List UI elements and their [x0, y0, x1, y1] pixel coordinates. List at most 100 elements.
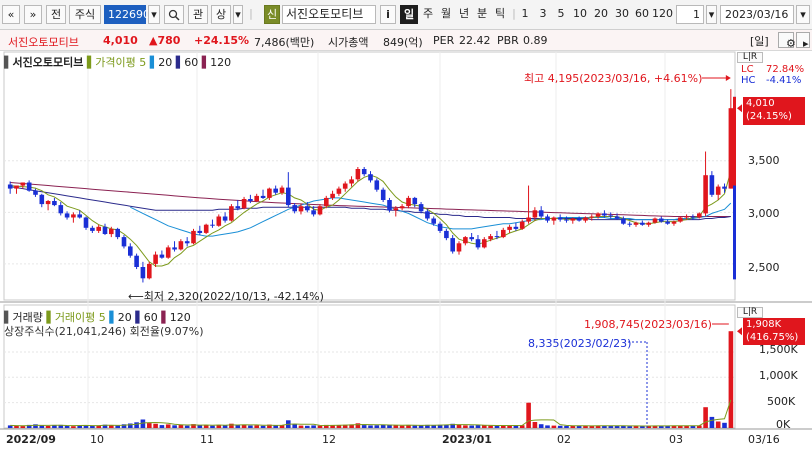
current-volume-badge: 1,908K (416.75%) [743, 318, 805, 345]
info-market-cap: 849(억) [383, 36, 423, 49]
candle-body [393, 208, 399, 211]
candle-body [77, 214, 82, 218]
candle-body [165, 247, 171, 258]
volume-tick-1000k: 1,000K [759, 369, 798, 382]
calendar-icon: ▾ [800, 8, 806, 21]
gwan-button[interactable]: 관 [188, 5, 208, 24]
candle-body [330, 193, 335, 198]
minute-30-button[interactable]: 30 [613, 5, 631, 24]
candle-body [469, 237, 474, 240]
x-label-2023-01: 2023/01 [442, 433, 492, 446]
x-label-end: 03/16 [748, 433, 780, 446]
candle-body [172, 247, 177, 250]
candle-body [697, 213, 702, 218]
volume-bar [551, 425, 557, 428]
candle-body [665, 221, 670, 224]
chevron-down-icon: ▾ [151, 8, 157, 21]
volume-lr-toggle[interactable]: L|R [737, 307, 763, 318]
count-spinner[interactable]: ▾ [706, 5, 717, 24]
price-chart-title: 서진오토모티브 [12, 56, 84, 69]
candle-body [317, 206, 323, 215]
legend-marker: ▌ [86, 56, 96, 69]
candle-body [324, 197, 329, 207]
volume-bar [317, 425, 323, 428]
candle-body [298, 206, 304, 212]
code-input[interactable]: 122690 [104, 5, 150, 24]
market-select[interactable]: 주식 [69, 5, 101, 24]
minute-10-button[interactable]: 10 [571, 5, 589, 24]
candle-body [690, 216, 696, 218]
period-minute-button[interactable]: 분 [474, 5, 490, 24]
candle-body [7, 184, 13, 189]
sang-dropdown-button[interactable]: ▾ [233, 5, 243, 24]
candle-body [216, 216, 222, 226]
x-label-12: 12 [322, 433, 336, 446]
period-indicator[interactable]: [일] [750, 33, 769, 49]
candle-body [39, 194, 45, 205]
search-button[interactable] [164, 5, 184, 24]
minute-120-button[interactable]: 120 [652, 5, 673, 24]
period-month-button[interactable]: 월 [438, 5, 454, 24]
period-week-button[interactable]: 주 [420, 5, 436, 24]
divider: | [512, 7, 516, 20]
minute-1-button[interactable]: 1 [518, 5, 532, 24]
candle-body [197, 230, 203, 233]
chart-canvas[interactable] [0, 51, 812, 450]
volume-ma5-line [10, 399, 732, 427]
candle-body [431, 218, 436, 224]
info-button[interactable]: i [380, 5, 396, 24]
candle-body [368, 174, 373, 181]
minute-3-button[interactable]: 3 [536, 5, 550, 24]
candle-body [437, 223, 443, 231]
nav-prev-button[interactable]: « [2, 5, 20, 24]
calendar-button[interactable]: ▾ [796, 5, 810, 24]
chart-area[interactable]: ▌서진오토모티브 ▌가격이평 5 ▌20 ▌60 ▌120 L|R 최고 4,1… [0, 51, 812, 450]
candle-body [90, 227, 95, 231]
candle-body [349, 179, 354, 184]
date-input[interactable]: 2023/03/16 [720, 5, 794, 24]
current-price-value: 4,010 [746, 98, 775, 109]
minute-5-button[interactable]: 5 [554, 5, 568, 24]
candle-body [267, 188, 272, 198]
volume-bar [305, 425, 310, 428]
gear-icon: ⚙ [786, 37, 796, 50]
volume-bar [488, 425, 493, 428]
lc-label: LC [741, 64, 754, 75]
info-market-cap-label: 시가총액 [328, 36, 369, 49]
volume-bar [184, 425, 190, 428]
nav-next-button[interactable]: » [24, 5, 42, 24]
panel-toggle-button[interactable]: ▸ [796, 32, 810, 50]
current-price-pointer [737, 104, 742, 113]
volume-bar [298, 425, 304, 428]
volume-bar [45, 426, 51, 428]
candle-body [115, 228, 120, 238]
volume-bar [235, 425, 241, 428]
sang-button[interactable]: 상 [211, 5, 231, 24]
jeon-button[interactable]: 전 [46, 5, 66, 24]
settings-button[interactable]: ⚙ [778, 32, 796, 50]
candle-body [140, 267, 146, 279]
code-dropdown-button[interactable]: ▾ [148, 5, 160, 24]
period-day-button[interactable]: 일 [400, 5, 418, 24]
minute-20-button[interactable]: 20 [592, 5, 610, 24]
count-input[interactable]: 1 [676, 5, 704, 24]
price-tick-3000: 3,000 [748, 207, 780, 220]
period-tick-button[interactable]: 틱 [492, 5, 508, 24]
volume-bar [728, 331, 734, 428]
candle-body [526, 217, 531, 222]
period-year-button[interactable]: 년 [456, 5, 472, 24]
minute-60-button[interactable]: 60 [633, 5, 651, 24]
candle-body [507, 226, 512, 230]
volume-tick-500k: 500K [767, 395, 796, 408]
candle-body [336, 188, 342, 194]
volume-bar [172, 425, 177, 428]
price-lr-toggle[interactable]: L|R [737, 52, 763, 63]
volume-bar [292, 424, 297, 428]
sidebar-toggle-icon: ▸ [803, 37, 809, 50]
volume-bar [147, 423, 152, 428]
volume-bar [14, 425, 19, 428]
stock-name-field[interactable]: 서진오토모티브 [282, 5, 376, 24]
credit-badge[interactable]: 신 [264, 5, 280, 24]
volume-tick-0k: 0K [776, 418, 791, 431]
candle-body [722, 186, 727, 189]
